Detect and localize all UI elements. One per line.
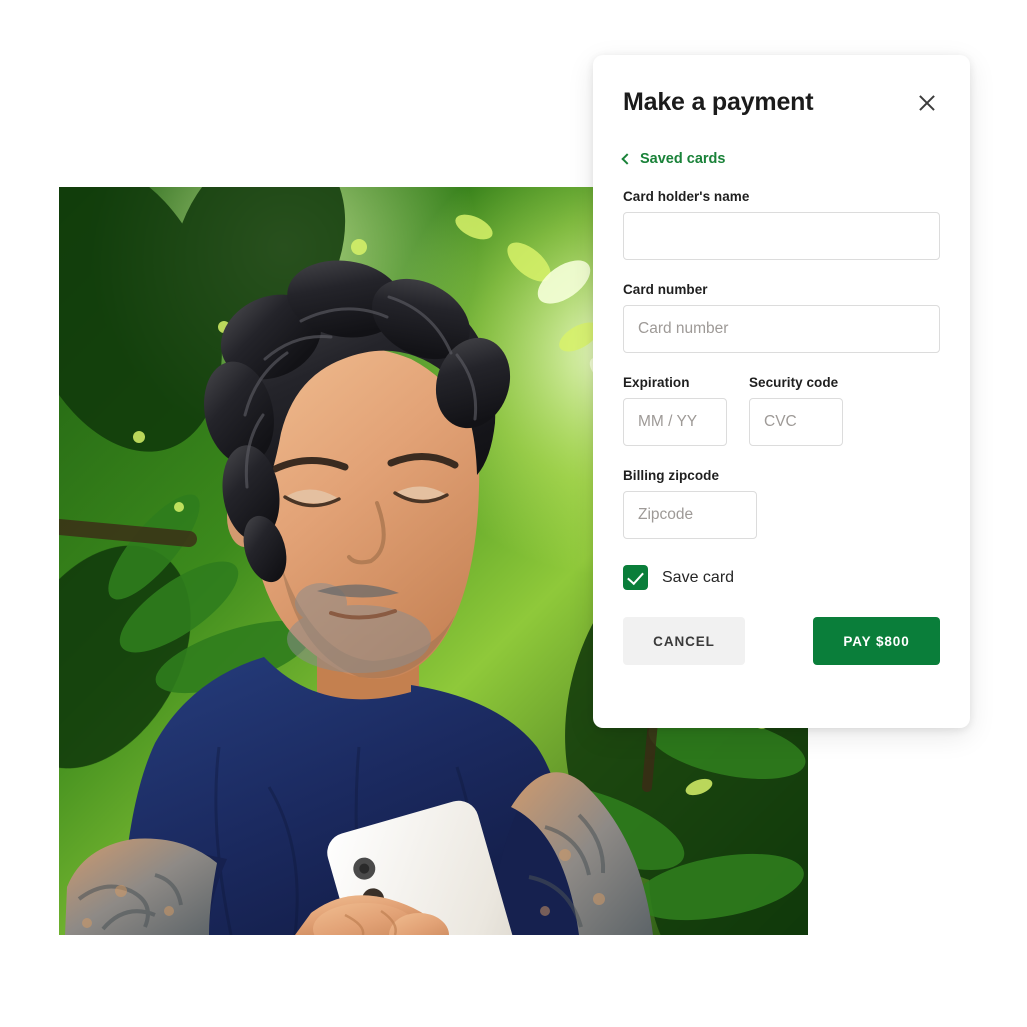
close-icon[interactable] bbox=[914, 90, 940, 116]
chevron-left-icon bbox=[621, 153, 633, 165]
field-expiration: Expiration bbox=[623, 375, 727, 446]
field-card-number: Card number bbox=[623, 282, 940, 353]
field-billing-zipcode: Billing zipcode bbox=[623, 468, 757, 539]
payment-modal: Make a payment Saved cards Card holder's… bbox=[593, 55, 970, 728]
save-card-checkbox-row[interactable]: Save card bbox=[623, 565, 734, 590]
cancel-button[interactable]: CANCEL bbox=[623, 617, 745, 665]
modal-actions: CANCEL PAY $800 bbox=[623, 617, 940, 665]
saved-cards-back-link[interactable]: Saved cards bbox=[621, 151, 726, 167]
page-title: Make a payment bbox=[623, 88, 814, 116]
saved-cards-label: Saved cards bbox=[640, 151, 726, 167]
checkmark-icon[interactable] bbox=[623, 565, 648, 590]
field-security-code: Security code bbox=[749, 375, 843, 446]
expiration-label: Expiration bbox=[623, 375, 690, 390]
save-card-label: Save card bbox=[662, 568, 735, 586]
field-card-holder-name: Card holder's name bbox=[623, 189, 940, 260]
security-code-input[interactable] bbox=[749, 398, 843, 446]
expiration-input[interactable] bbox=[623, 398, 727, 446]
page-root: Make a payment Saved cards Card holder's… bbox=[0, 0, 1027, 1027]
expiry-security-row: Expiration Security code bbox=[623, 375, 940, 446]
card-holder-name-label: Card holder's name bbox=[623, 189, 750, 204]
card-holder-name-input[interactable] bbox=[623, 212, 940, 260]
billing-zipcode-label: Billing zipcode bbox=[623, 468, 720, 483]
modal-header: Make a payment bbox=[623, 85, 940, 125]
card-number-label: Card number bbox=[623, 282, 708, 297]
pay-button[interactable]: PAY $800 bbox=[813, 617, 940, 665]
security-code-label: Security code bbox=[749, 375, 839, 390]
billing-zipcode-input[interactable] bbox=[623, 491, 757, 539]
card-number-input[interactable] bbox=[623, 305, 940, 353]
